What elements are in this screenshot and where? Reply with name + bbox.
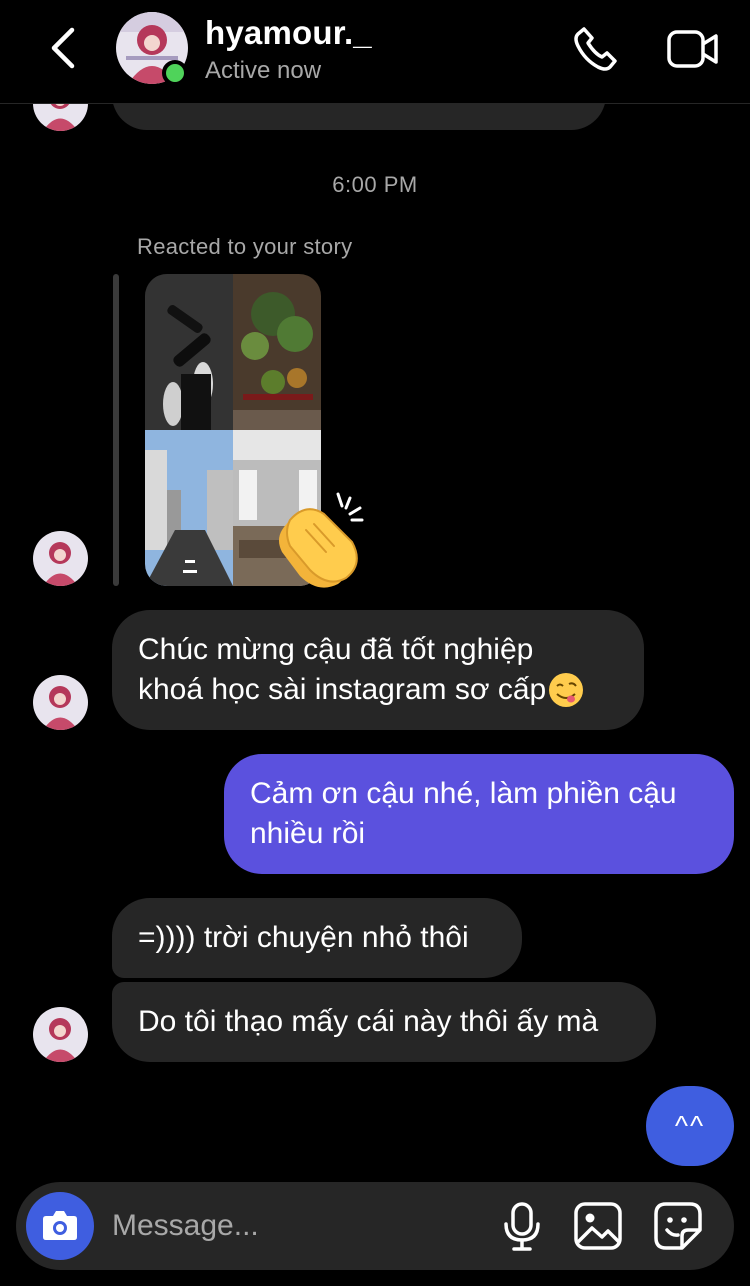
message-composer [16, 1182, 734, 1270]
video-camera-icon [667, 30, 718, 68]
scroll-to-bottom-button[interactable]: ^^ [646, 1086, 734, 1166]
phone-icon [574, 27, 617, 71]
online-status-indicator [162, 60, 188, 86]
incoming-message-bubble[interactable]: Do tôi thạo mấy cái này thôi ấy mà [112, 982, 656, 1062]
story-reply-label: Reacted to your story [137, 234, 353, 259]
avatar[interactable] [33, 675, 88, 730]
back-button[interactable] [44, 24, 84, 72]
activity-status: Active now [205, 57, 322, 84]
message-text: =)))) trời chuyện nhỏ thôi [138, 921, 469, 954]
incoming-message-bubble[interactable]: Chúc mừng cậu đã tốt nghiệp khoá học sài… [112, 610, 644, 730]
avatar[interactable] [33, 531, 88, 586]
story-photo-plants [233, 274, 321, 430]
message-timestamp: 6:00 PM [332, 172, 418, 197]
camera-icon [43, 1211, 77, 1240]
outgoing-message-bubble[interactable]: Cảm ơn cậu nhé, làm phiền cậu nhiều rồi [224, 754, 734, 874]
message-text: nhiều rồi [250, 817, 366, 850]
clapping-hands-icon [266, 490, 376, 590]
camera-button[interactable] [26, 1192, 94, 1260]
story-photo-dumbbells [145, 274, 233, 430]
gallery-button[interactable] [572, 1200, 624, 1252]
avatar[interactable] [33, 1007, 88, 1062]
chat-username[interactable]: hyamour._ [205, 14, 372, 52]
voice-message-button[interactable] [498, 1200, 546, 1252]
message-text: Chúc mừng cậu đã tốt nghiệp [138, 633, 534, 666]
sticker-button[interactable] [652, 1200, 704, 1252]
story-photo-street [145, 430, 233, 586]
voice-call-button[interactable] [570, 24, 620, 74]
chevron-left-icon [51, 27, 75, 69]
sticker-icon [654, 1202, 702, 1250]
chat-header: hyamour._ Active now [0, 0, 750, 104]
microphone-icon [504, 1202, 540, 1251]
video-call-button[interactable] [665, 24, 721, 74]
message-text: Cảm ơn cậu nhé, làm phiền cậu [250, 777, 677, 810]
message-thread[interactable]: ,,,,, . 6:00 PM Reacted to your story Ch… [0, 0, 750, 1170]
image-icon [574, 1202, 622, 1250]
message-text: khoá học sài instagram sơ cấp [138, 673, 547, 706]
message-input[interactable] [112, 1200, 482, 1252]
face-savoring-food-icon [548, 672, 584, 708]
message-text: Do tôi thạo mấy cái này thôi ấy mà [138, 1005, 599, 1038]
incoming-message-bubble[interactable]: =)))) trời chuyện nhỏ thôi [112, 898, 522, 978]
story-quote-bar [113, 274, 119, 586]
